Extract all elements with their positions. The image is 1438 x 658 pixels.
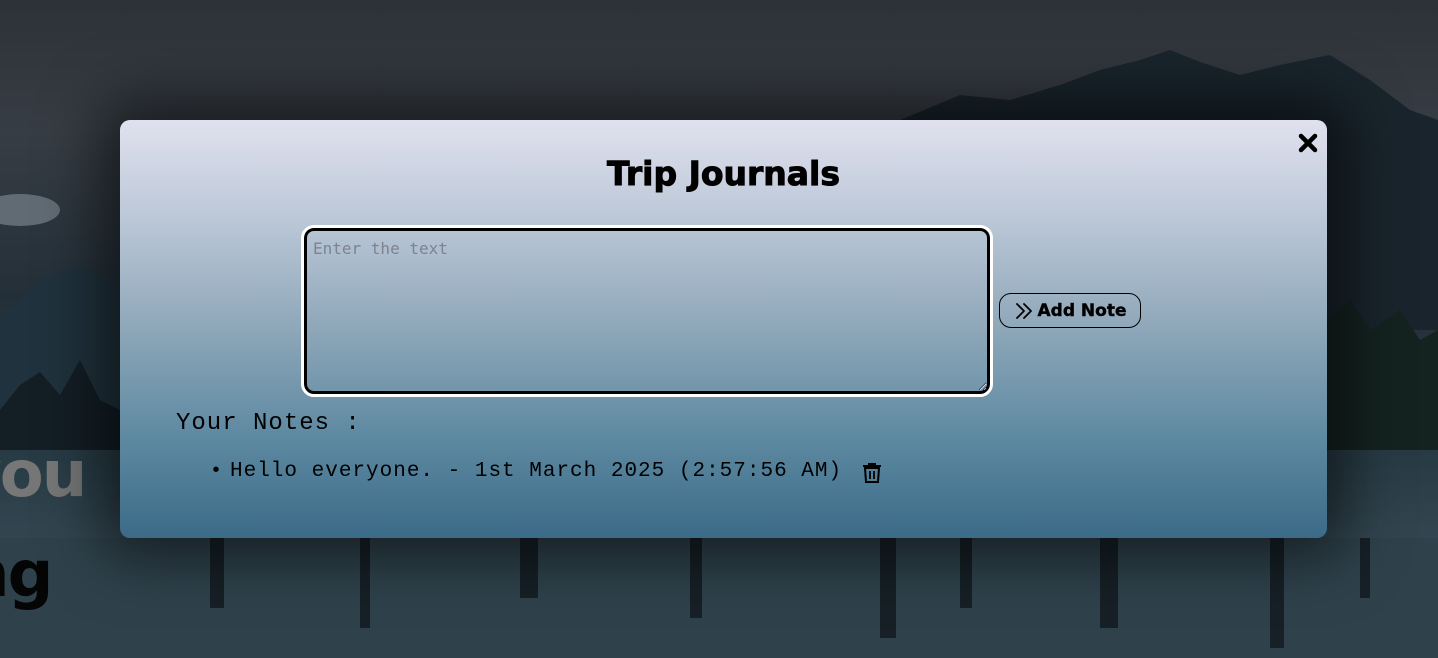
background-heading-line1: you	[0, 438, 87, 512]
page: you ng Trip Journals Add Note Your Notes…	[0, 0, 1438, 658]
double-chevron-right-icon	[1015, 302, 1032, 319]
close-icon[interactable]	[1297, 132, 1319, 154]
notes-list: • Hello everyone. - 1st March 2025 (2:57…	[210, 460, 882, 483]
background-heading-line2: ng	[0, 538, 53, 612]
list-item: • Hello everyone. - 1st March 2025 (2:57…	[210, 460, 882, 483]
add-note-label: Add Note	[1037, 300, 1127, 321]
trash-icon[interactable]	[862, 461, 882, 483]
notes-heading: Your Notes :	[176, 410, 361, 437]
note-text: Hello everyone. - 1st March 2025 (2:57:5…	[230, 460, 843, 483]
modal-title: Trip Journals	[606, 154, 840, 194]
journal-modal: Trip Journals Add Note Your Notes : • He…	[120, 120, 1327, 538]
bullet: •	[210, 460, 224, 483]
note-textarea[interactable]	[301, 225, 993, 397]
add-note-button[interactable]: Add Note	[999, 293, 1141, 328]
